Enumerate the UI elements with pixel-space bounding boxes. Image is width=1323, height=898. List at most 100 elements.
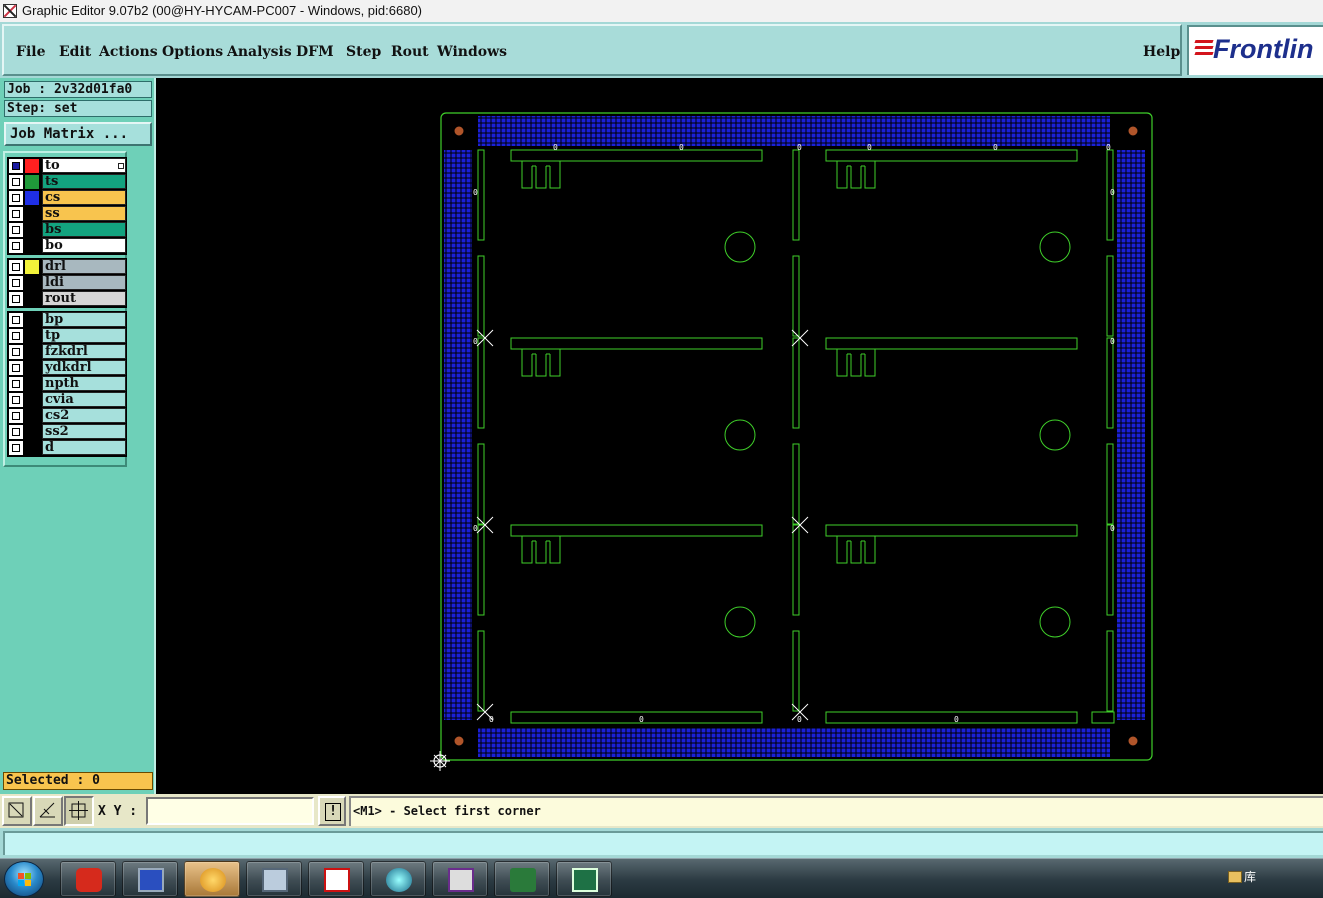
menu-options[interactable]: Options (162, 44, 223, 60)
layer-name[interactable]: tp (42, 328, 126, 343)
layer-color-swatch[interactable] (25, 207, 39, 221)
layer-name[interactable]: cs2 (42, 408, 126, 423)
layer-row-fzkdrl[interactable]: fzkdrl (8, 344, 126, 359)
layer-row-ss2[interactable]: ss2 (8, 424, 126, 439)
layer-checkbox[interactable] (9, 393, 23, 407)
taskbar-button-excel[interactable] (556, 861, 612, 897)
layer-row-tp[interactable]: tp (8, 328, 126, 343)
layer-name[interactable]: rout (42, 291, 126, 306)
layer-checkbox[interactable] (9, 276, 23, 290)
layer-color-swatch[interactable] (25, 393, 39, 407)
layer-color-swatch[interactable] (25, 260, 39, 274)
taskbar-button-save-disk[interactable] (122, 861, 178, 897)
layer-checkbox[interactable] (9, 191, 23, 205)
layer-checkbox[interactable] (9, 260, 23, 274)
layer-name[interactable]: cs (42, 190, 126, 205)
layer-color-swatch[interactable] (25, 175, 39, 189)
layer-row-bs[interactable]: bs (8, 222, 126, 237)
layer-row-ldi[interactable]: ldi (8, 275, 126, 290)
snap-grid-icon[interactable] (64, 796, 94, 826)
menu-edit[interactable]: Edit (59, 44, 91, 60)
layer-name[interactable]: bo (42, 238, 126, 253)
layer-color-swatch[interactable] (25, 159, 39, 173)
menu-step[interactable]: Step (346, 44, 381, 60)
layer-name[interactable]: ydkdrl (42, 360, 126, 375)
layer-color-swatch[interactable] (25, 345, 39, 359)
layer-row-cvia[interactable]: cvia (8, 392, 126, 407)
layer-row-cs2[interactable]: cs2 (8, 408, 126, 423)
tray-library[interactable]: 库 (1228, 868, 1256, 885)
layer-row-ts[interactable]: ts (8, 174, 126, 189)
layer-name[interactable]: cvia (42, 392, 126, 407)
layer-row-cs[interactable]: cs (8, 190, 126, 205)
menu-help[interactable]: Help (1143, 44, 1180, 60)
start-button[interactable] (4, 861, 44, 897)
layer-checkbox[interactable] (9, 441, 23, 455)
layer-checkbox[interactable] (9, 377, 23, 391)
layer-color-swatch[interactable] (25, 223, 39, 237)
taskbar-button-graphic-editor[interactable] (432, 861, 488, 897)
layer-row-npth[interactable]: npth (8, 376, 126, 391)
layer-checkbox[interactable] (9, 329, 23, 343)
panel-drawing[interactable]: 0 0 0 0 0 00 00 00 00 0 0 0 (156, 78, 1323, 794)
layer-name[interactable]: ss (42, 206, 126, 221)
layer-name[interactable]: ldi (42, 275, 126, 290)
taskbar-button-genesis[interactable] (60, 861, 116, 897)
layer-color-swatch[interactable] (25, 377, 39, 391)
layer-name[interactable]: npth (42, 376, 126, 391)
layer-row-to[interactable]: to (8, 158, 126, 173)
layer-color-swatch[interactable] (25, 292, 39, 306)
layer-row-ss[interactable]: ss (8, 206, 126, 221)
layer-checkbox[interactable] (9, 292, 23, 306)
layer-row-drl[interactable]: drl (8, 259, 126, 274)
zoom-window-icon[interactable] (2, 796, 32, 826)
layer-color-swatch[interactable] (25, 239, 39, 253)
taskbar-button-frontline-app[interactable] (494, 861, 550, 897)
layer-checkbox[interactable] (9, 345, 23, 359)
layer-name[interactable]: drl (42, 259, 126, 274)
graphic-canvas[interactable]: 0000000000000000 (156, 78, 1323, 794)
layer-name[interactable]: bp (42, 312, 126, 327)
layer-row-ydkdrl[interactable]: ydkdrl (8, 360, 126, 375)
layer-name[interactable]: fzkdrl (42, 344, 126, 359)
layer-color-swatch[interactable] (25, 276, 39, 290)
layer-color-swatch[interactable] (25, 361, 39, 375)
layer-checkbox[interactable] (9, 409, 23, 423)
layer-color-swatch[interactable] (25, 329, 39, 343)
layer-name[interactable]: bs (42, 222, 126, 237)
layer-name[interactable]: d (42, 440, 126, 455)
measure-angle-icon[interactable] (33, 796, 63, 826)
layer-color-swatch[interactable] (25, 441, 39, 455)
layer-checkbox[interactable] (9, 425, 23, 439)
layer-checkbox[interactable] (9, 159, 23, 173)
layer-row-rout[interactable]: rout (8, 291, 126, 306)
layer-name[interactable]: to (42, 158, 126, 173)
menu-file[interactable]: File (16, 44, 45, 60)
menu-rout[interactable]: Rout (391, 44, 429, 60)
layer-row-d[interactable]: d (8, 440, 126, 455)
layer-color-swatch[interactable] (25, 313, 39, 327)
taskbar-button-viewer-app[interactable] (370, 861, 426, 897)
menu-dfm[interactable]: DFM (296, 44, 334, 60)
menu-analysis[interactable]: Analysis (227, 44, 292, 60)
taskbar-button-shell-app[interactable] (184, 861, 240, 897)
layer-checkbox[interactable] (9, 239, 23, 253)
layer-color-swatch[interactable] (25, 191, 39, 205)
layer-checkbox[interactable] (9, 313, 23, 327)
layer-name[interactable]: ss2 (42, 424, 126, 439)
taskbar-button-pdf-reader[interactable] (308, 861, 364, 897)
layer-row-bp[interactable]: bp (8, 312, 126, 327)
layer-checkbox[interactable] (9, 175, 23, 189)
layer-checkbox[interactable] (9, 361, 23, 375)
execute-button[interactable]: ! (318, 796, 346, 826)
menu-windows[interactable]: Windows (437, 44, 507, 60)
layer-row-bo[interactable]: bo (8, 238, 126, 253)
layer-name[interactable]: ts (42, 174, 126, 189)
job-matrix-button[interactable]: Job Matrix ... (4, 122, 152, 146)
layer-checkbox[interactable] (9, 207, 23, 221)
layer-color-swatch[interactable] (25, 425, 39, 439)
layer-checkbox[interactable] (9, 223, 23, 237)
xy-input[interactable] (146, 797, 314, 825)
taskbar-button-calculator[interactable] (246, 861, 302, 897)
menu-actions[interactable]: Actions (99, 44, 158, 60)
